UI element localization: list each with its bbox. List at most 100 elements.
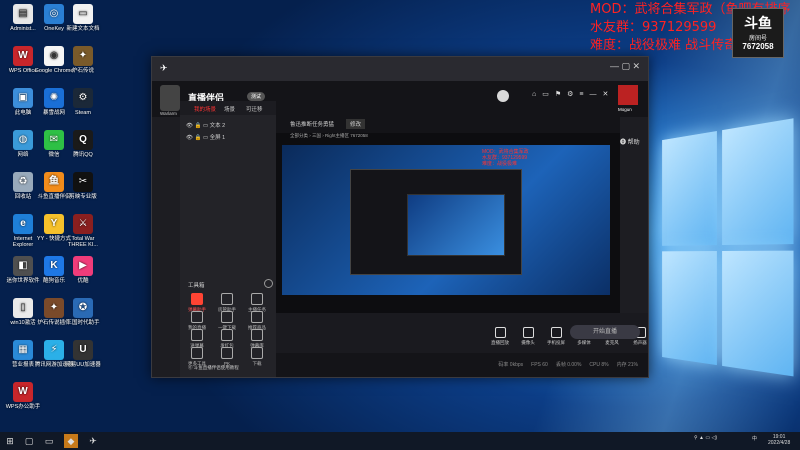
desktop-app-icon: W: [13, 46, 33, 66]
streamer-name: Warlarm: [160, 111, 177, 116]
bottom-bar-label: 摄像头: [521, 340, 535, 345]
clock-date: 2022/4/28: [768, 440, 791, 446]
scene-label: 全屏 1: [209, 135, 226, 141]
desktop-icon-label: 网易UU加速器: [65, 362, 101, 368]
tool-icon: [221, 347, 233, 359]
desktop-icon[interactable]: ⚔ Total War THREE KI...: [63, 214, 103, 248]
desktop-icon[interactable]: U 网易UU加速器: [63, 340, 103, 368]
tool-icon: [251, 311, 263, 323]
tab-scenes[interactable]: 场景: [224, 105, 235, 113]
tool-icon: [221, 311, 233, 323]
status-item: 丢帧 0.00%: [555, 362, 582, 368]
desktop-icon-label: 三国时代助手: [66, 320, 100, 326]
desktop-icon-label: Steam: [75, 110, 91, 116]
desktop-app-icon: ▣: [13, 88, 33, 108]
desktop-icon[interactable]: ✂ 剪映专业版: [63, 172, 103, 200]
windows-taskbar: ⊞ ▢ ▭ ◆ ✈ ⚲ ▲ ▭ ◁) 中 19:01 2022/4/28: [0, 432, 800, 450]
bottom-bar-label: 手机投屏: [547, 340, 565, 345]
tool-button[interactable]: 下载: [244, 347, 270, 367]
bottom-bar-button[interactable]: 摄像头: [514, 327, 542, 346]
desktop-app-icon: ▤: [13, 4, 33, 24]
tool-icon: [191, 347, 203, 359]
tool-icon: [221, 293, 233, 305]
desktop-app-icon: ✪: [73, 298, 93, 318]
right-user-name: Mogun: [618, 107, 632, 112]
tool-icon: [251, 329, 263, 341]
douyu-room-badge: 斗鱼 房间号 7672058: [732, 8, 784, 58]
tab-transferable[interactable]: 可迁移: [246, 105, 263, 113]
bottom-control-bar: 直播回放 摄像头 手机投屏 多媒体 麦克风 扬声器 开始直播: [276, 313, 648, 353]
scene-item-text2[interactable]: 👁 🔒 ▭ 文本 2: [186, 121, 225, 129]
app-taskbar-icon[interactable]: ✈: [86, 434, 100, 448]
desktop-icon[interactable]: ▶ 优酷: [63, 256, 103, 284]
desktop-icon-label: Total War THREE KI...: [68, 236, 98, 248]
desktop-app-icon: ▶: [73, 256, 93, 276]
tool-button[interactable]: 推荐商品: [244, 311, 270, 331]
tool-button[interactable]: PK: [214, 347, 240, 366]
tool-button[interactable]: 更多工具: [184, 347, 210, 367]
tool-button[interactable]: 弹幕库: [244, 329, 270, 349]
status-item: CPU 8%: [589, 362, 609, 368]
bottom-bar-icon: [522, 327, 534, 338]
user-avatar-icon[interactable]: [497, 90, 509, 102]
tab-my-scenes[interactable]: 我的场景: [194, 105, 216, 113]
desktop-app-icon: W: [13, 382, 33, 402]
desktop-app-icon: ✦: [73, 46, 93, 66]
desktop-app-icon: 鱼: [44, 172, 64, 192]
bottom-bar-button[interactable]: 手机投屏: [542, 327, 570, 346]
preview-canvas[interactable]: 鲁迅推断任务勇猛 修改 全部分类 › 三国 › Right主播区 7672058…: [276, 117, 620, 345]
desktop-icon[interactable]: W WPS办公助手: [3, 382, 43, 410]
clock[interactable]: 19:01 2022/4/28: [768, 434, 790, 446]
tools-settings-icon[interactable]: [264, 279, 273, 288]
desktop-app-icon: ⚔: [73, 214, 93, 234]
bottom-bar-label: 扬声器: [633, 340, 647, 345]
start-menu-icon[interactable]: ⊞: [3, 434, 17, 448]
tool-button[interactable]: 一键下载: [214, 311, 240, 331]
toolbar-icons[interactable]: ⌂▭⚑⚙≡—✕: [532, 90, 614, 98]
desktop-app-icon: ▦: [13, 340, 33, 360]
tool-button[interactable]: 房管助手: [214, 293, 240, 313]
desktop-icon-label: 新建文本文档: [66, 26, 100, 32]
ime-indicator[interactable]: 中: [752, 435, 757, 442]
task-view-icon[interactable]: ▭: [42, 434, 56, 448]
desktop-app-icon: ✉: [44, 130, 64, 150]
window-titlebar: ✈ — ▢ ✕: [152, 57, 648, 81]
scene-label: 文本 2: [209, 123, 226, 129]
tutorial-notice[interactable]: ⓪ 斗鱼直播伴侣使用教程: [188, 365, 239, 371]
desktop-icon[interactable]: ⚙ Steam: [63, 88, 103, 116]
desktop-icon-label: 优酷: [77, 278, 89, 284]
tool-icon: [191, 329, 203, 341]
desktop-app-icon: ◉: [44, 46, 64, 66]
scene-item-fullscreen1[interactable]: 👁 🔒 ▭ 全屏 1: [186, 133, 225, 141]
search-icon[interactable]: ▢: [22, 434, 36, 448]
desktop-app-icon: ▯: [13, 298, 33, 318]
start-live-button[interactable]: 开始直播: [570, 325, 640, 339]
douyu-taskbar-icon[interactable]: ◆: [64, 434, 78, 448]
desktop-icon-label: 腾讯QQ: [73, 152, 93, 158]
right-avatar[interactable]: [618, 85, 638, 105]
bottom-bar-button[interactable]: 直播回放: [486, 327, 514, 346]
desktop-app-icon: Y: [44, 214, 64, 234]
avatar[interactable]: [160, 85, 180, 111]
status-item: 内存 21%: [616, 362, 638, 368]
category-info: 全部分类 › 三国 › Right主播区 7672058: [290, 133, 368, 138]
desktop-icon[interactable]: ✦ 炉石传说: [63, 46, 103, 74]
edit-title-button[interactable]: 修改: [346, 119, 366, 129]
notice-text: 斗鱼直播伴侣使用教程: [193, 365, 239, 370]
tool-label: 下载: [252, 361, 262, 366]
desktop-app-icon: ✺: [44, 88, 64, 108]
tool-icon: [251, 347, 263, 359]
tool-button[interactable]: 主播任务: [244, 293, 270, 313]
desktop-icon[interactable]: ✪ 三国时代助手: [63, 298, 103, 326]
nested-window-inner: [407, 194, 505, 256]
tool-button[interactable]: 送弹幕: [184, 329, 210, 349]
tray-icons[interactable]: ⚲ ▲ ▭ ◁): [694, 435, 717, 441]
help-button[interactable]: ⓿ 帮助: [620, 137, 640, 146]
desktop-icon[interactable]: Q 腾讯QQ: [63, 130, 103, 158]
tool-button[interactable]: 发红包: [214, 329, 240, 349]
tool-button[interactable]: 我的直播: [184, 311, 210, 331]
status-item: FPS 60: [531, 362, 548, 368]
tool-button[interactable]: 弹幕助手: [184, 293, 210, 313]
window-controls[interactable]: — ▢ ✕: [610, 61, 640, 72]
desktop-icon[interactable]: ▭ 新建文本文档: [63, 4, 103, 32]
